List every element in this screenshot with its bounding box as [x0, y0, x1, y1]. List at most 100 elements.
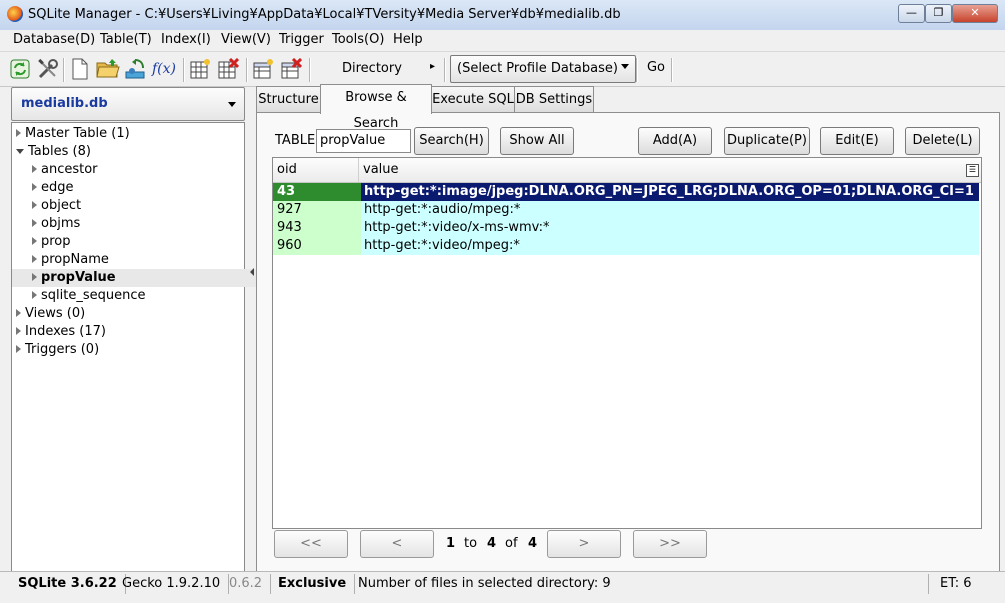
page-to-label: to [464, 536, 478, 551]
schema-tree[interactable]: Master Table (1) Tables (8) ancestor edge ob… [11, 122, 264, 573]
menu-bar: Database(D) Table(T) Index(I) View(V) Tr… [0, 30, 1005, 52]
lock-mode: Exclusive [270, 574, 356, 594]
pane-splitter[interactable] [247, 89, 253, 570]
tree-item[interactable]: Master Table (1) [12, 125, 248, 143]
tree-item[interactable]: Views (0) [12, 305, 248, 323]
extension-version: 0.6.2 [221, 574, 272, 594]
tree-item-label: sqlite_sequence [41, 288, 146, 303]
tree-item[interactable]: sqlite_sequence [12, 287, 264, 305]
collapsed-twisty-icon[interactable] [32, 183, 37, 191]
collapsed-twisty-icon[interactable] [32, 219, 37, 227]
collapse-arrow-icon[interactable] [250, 268, 254, 276]
directory-label[interactable]: Directory [342, 61, 402, 76]
edit-button[interactable]: Edit(E) [820, 127, 894, 155]
collapsed-twisty-icon[interactable] [32, 237, 37, 245]
column-picker-icon[interactable]: ☰ [966, 164, 979, 177]
status-message: Number of files in selected directory: 9 [350, 574, 929, 594]
menu-database[interactable]: Database(D) [13, 32, 95, 47]
collapsed-twisty-icon[interactable] [32, 255, 37, 263]
table-row[interactable]: 927 http-get:*:audio/mpeg:* [273, 201, 981, 219]
new-db-icon[interactable] [68, 57, 92, 81]
tab-db-settings[interactable]: DB Settings [514, 86, 594, 113]
tree-item[interactable]: objms [12, 215, 264, 233]
tree-item[interactable]: ancestor [12, 161, 264, 179]
drop-index-icon[interactable] [279, 57, 303, 81]
cell-oid[interactable]: 960 [273, 237, 363, 255]
sqlite-version: SQLite 3.6.22 [10, 574, 126, 594]
profile-select-value: (Select Profile Database) [457, 61, 618, 76]
cell-value[interactable]: http-get:*:video/x-ms-wmv:* [361, 219, 979, 237]
directory-arrow-icon[interactable]: ▸ [430, 61, 435, 72]
column-header-value[interactable]: value [359, 158, 953, 182]
tab-execute-sql[interactable]: Execute SQL [431, 86, 515, 113]
tree-item[interactable]: Triggers (0) [12, 341, 248, 359]
collapsed-twisty-icon[interactable] [32, 291, 37, 299]
show-all-button[interactable]: Show All [500, 127, 574, 155]
export-icon[interactable] [124, 57, 148, 81]
collapsed-twisty-icon[interactable] [32, 165, 37, 173]
firefox-icon [7, 6, 23, 22]
collapsed-twisty-icon[interactable] [32, 201, 37, 209]
collapsed-twisty-icon[interactable] [16, 309, 21, 317]
collapsed-twisty-icon[interactable] [16, 345, 21, 353]
next-page-button[interactable]: > [547, 530, 621, 558]
duplicate-button[interactable]: Duplicate(P) [724, 127, 810, 155]
data-grid[interactable]: oid value ☰ 43 http-get:*:image/jpeg:DLNA… [272, 157, 982, 529]
drop-table-icon[interactable] [216, 57, 240, 81]
tree-item-label: edge [41, 180, 74, 195]
menu-tools[interactable]: Tools(O) [332, 32, 384, 47]
first-page-button[interactable]: << [274, 530, 348, 558]
collapsed-twisty-icon[interactable] [32, 273, 37, 281]
tree-item[interactable]: propValue [12, 269, 264, 287]
open-db-icon[interactable] [96, 57, 120, 81]
last-page-button[interactable]: >> [633, 530, 707, 558]
menu-view[interactable]: View(V) [221, 32, 271, 47]
tab-browse-search[interactable]: Browse & Search [320, 84, 432, 131]
maximize-button[interactable]: ❐ [925, 4, 952, 23]
tree-item[interactable]: Indexes (17) [12, 323, 248, 341]
menu-help[interactable]: Help [393, 32, 423, 47]
table-row[interactable]: 960 http-get:*:video/mpeg:* [273, 237, 981, 255]
tree-item[interactable]: Tables (8) [12, 143, 248, 161]
tree-item[interactable]: prop [12, 233, 264, 251]
toolbar-separator [246, 58, 248, 82]
tree-item[interactable]: object [12, 197, 264, 215]
table-row[interactable]: 43 http-get:*:image/jpeg:DLNA.ORG_PN=JPEG… [273, 183, 981, 201]
tab-structure[interactable]: Structure [256, 86, 321, 113]
cell-value[interactable]: http-get:*:image/jpeg:DLNA.ORG_PN=JPEG_L… [361, 183, 979, 201]
close-button[interactable]: ✕ [952, 4, 998, 23]
cell-oid[interactable]: 927 [273, 201, 363, 219]
collapsed-twisty-icon[interactable] [16, 129, 21, 137]
function-icon[interactable]: f(x) [152, 57, 176, 81]
table-row[interactable]: 943 http-get:*:video/x-ms-wmv:* [273, 219, 981, 237]
cell-oid[interactable]: 43 [273, 183, 363, 201]
column-header-oid[interactable]: oid [273, 158, 359, 182]
collapsed-twisty-icon[interactable] [16, 327, 21, 335]
prev-page-button[interactable]: < [360, 530, 434, 558]
minimize-button[interactable]: — [898, 4, 925, 23]
tree-item[interactable]: edge [12, 179, 264, 197]
menu-table[interactable]: Table(T) [100, 32, 152, 47]
cell-value[interactable]: http-get:*:audio/mpeg:* [361, 201, 979, 219]
tools-icon[interactable] [36, 57, 60, 81]
cell-value[interactable]: http-get:*:video/mpeg:* [361, 237, 979, 255]
go-button[interactable]: Go [640, 55, 672, 81]
chevron-down-icon [228, 102, 236, 107]
expanded-twisty-icon[interactable] [16, 149, 24, 154]
toolbar-separator [444, 58, 446, 82]
menu-index[interactable]: Index(I) [161, 32, 211, 47]
create-index-icon[interactable] [251, 57, 275, 81]
delete-button[interactable]: Delete(L) [905, 127, 980, 155]
refresh-icon[interactable] [8, 57, 32, 81]
cell-oid[interactable]: 943 [273, 219, 363, 237]
tree-item[interactable]: propName [12, 251, 264, 269]
profile-database-select[interactable]: (Select Profile Database) [450, 55, 636, 83]
gecko-version: Gecko 1.9.2.10 [114, 574, 230, 594]
add-button[interactable]: Add(A) [638, 127, 712, 155]
menu-trigger[interactable]: Trigger [279, 32, 324, 47]
toolbar-separator [636, 58, 638, 82]
search-button[interactable]: Search(H) [414, 127, 489, 155]
database-select[interactable]: medialib.db [11, 87, 245, 121]
create-table-icon[interactable] [188, 57, 212, 81]
page-of-label: of [505, 536, 518, 551]
